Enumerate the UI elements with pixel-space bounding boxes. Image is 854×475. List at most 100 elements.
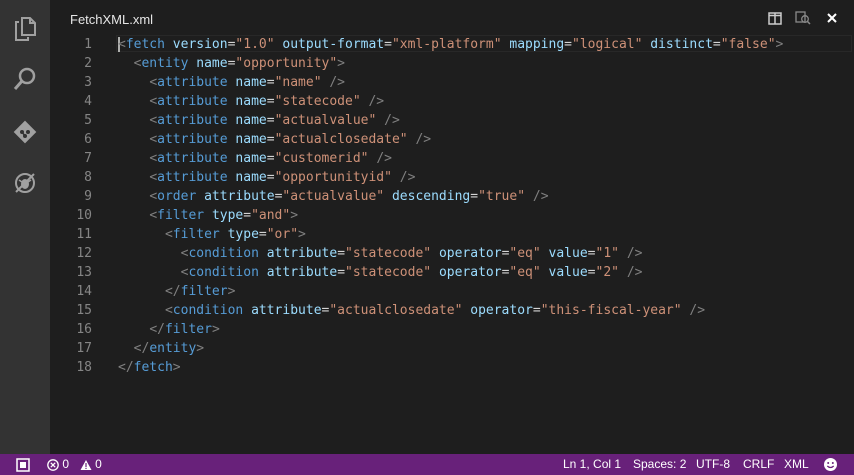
split-editor-icon[interactable] (767, 10, 783, 26)
xml-attribute-value: "true" (478, 189, 526, 204)
status-bar: 0 0 Ln 1, Col 1 Spaces: 2 UTF-8 CRLF XML (0, 454, 854, 475)
xml-attribute-value: "xml-platform" (391, 37, 502, 52)
line-number: 4 (84, 94, 92, 109)
smiley-icon[interactable] (823, 454, 838, 475)
xml-equals: = (266, 75, 275, 90)
xml-punctuation: > (196, 341, 205, 356)
warning-count: 0 (95, 457, 102, 471)
xml-punctuation: < (149, 75, 158, 90)
line-content: </filter> (118, 282, 235, 301)
xml-punctuation: </ (149, 322, 165, 337)
feedback-icon[interactable] (16, 454, 30, 475)
xml-attribute-value: "eq" (509, 246, 541, 261)
xml-punctuation: /> (368, 94, 385, 109)
encoding-status[interactable]: UTF-8 (696, 454, 730, 475)
xml-equals: = (470, 189, 479, 204)
files-icon[interactable] (9, 13, 41, 45)
xml-punctuation: /> (532, 189, 549, 204)
xml-punctuation: /> (376, 151, 392, 166)
close-icon[interactable] (824, 10, 840, 26)
xml-tag-name: attribute (157, 132, 228, 147)
xml-attribute-value: "1" (595, 246, 619, 261)
line-number: 12 (76, 246, 92, 261)
language-mode[interactable]: XML (784, 454, 809, 475)
git-icon[interactable] (9, 116, 41, 148)
xml-attribute-value: "logical" (572, 37, 643, 52)
xml-punctuation: /> (689, 303, 706, 318)
xml-punctuation: > (298, 227, 306, 242)
xml-equals: = (587, 265, 596, 280)
line-content: <attribute name="name" /> (118, 73, 345, 92)
error-icon (47, 457, 62, 471)
error-count: 0 (62, 457, 70, 471)
xml-attribute-value: "statecode" (345, 265, 432, 280)
indentation-status[interactable]: Spaces: 2 (633, 454, 686, 475)
xml-attribute-name: name (235, 75, 267, 90)
xml-punctuation: /> (329, 75, 346, 90)
line-content: <attribute name="actualvalue" /> (118, 111, 399, 130)
open-changes-icon[interactable] (795, 10, 811, 26)
xml-punctuation: < (149, 94, 158, 109)
xml-attribute-name: attribute (204, 189, 275, 204)
xml-attribute-name: name (235, 151, 267, 166)
xml-punctuation: < (149, 208, 158, 223)
activity-bar (0, 0, 50, 454)
xml-punctuation: </ (133, 341, 150, 356)
eol-status[interactable]: CRLF (743, 454, 774, 475)
xml-tag-name: attribute (157, 113, 228, 128)
cursor-position[interactable]: Ln 1, Col 1 (563, 454, 621, 475)
xml-equals: = (258, 227, 267, 242)
tab-title[interactable]: FetchXML.xml (70, 12, 153, 27)
xml-equals: = (587, 246, 596, 261)
line-number: 8 (84, 170, 92, 185)
xml-equals: = (712, 37, 721, 52)
line-number: 17 (76, 341, 92, 356)
xml-punctuation: > (290, 208, 299, 223)
problems-indicator[interactable]: 0 0 (47, 454, 102, 475)
xml-tag-name: filter (172, 227, 220, 242)
line-number: 18 (76, 360, 92, 375)
line-content: <attribute name="customerid" /> (118, 149, 392, 168)
line-number: 9 (84, 189, 92, 204)
xml-attribute-value: "opportunityid" (274, 170, 392, 185)
line-number: 16 (76, 322, 92, 337)
xml-attribute-name: operator (438, 246, 502, 261)
line-content: <entity name="opportunity"> (118, 54, 345, 73)
xml-tag-name: entity (141, 56, 189, 71)
xml-tag-name: entity (149, 341, 197, 356)
xml-tag-name: fetch (133, 360, 173, 375)
xml-punctuation: /> (626, 246, 643, 261)
xml-attribute-value: "eq" (509, 265, 541, 280)
xml-tag-name: condition (172, 303, 244, 318)
xml-attribute-value: "name" (274, 75, 322, 90)
xml-tag-name: order (157, 189, 197, 204)
line-content: <condition attribute="statecode" operato… (118, 244, 643, 263)
xml-equals: = (337, 265, 346, 280)
xml-attribute-name: distinct (650, 37, 713, 52)
xml-attribute-value: "customerid" (274, 151, 369, 166)
line-number: 13 (76, 265, 92, 280)
editor-title-bar: FetchXML.xml (50, 0, 854, 36)
xml-attribute-name: type (227, 227, 259, 242)
line-content: </filter> (118, 320, 219, 339)
xml-attribute-name: version (172, 37, 228, 52)
xml-attribute-name: name (235, 113, 267, 128)
xml-punctuation: < (149, 113, 158, 128)
xml-attribute-value: "false" (720, 37, 776, 52)
debug-icon[interactable] (9, 167, 41, 199)
xml-punctuation: </ (164, 284, 181, 299)
warning-icon (80, 457, 95, 471)
xml-attribute-name: descending (391, 189, 471, 204)
xml-attribute-name: attribute (266, 265, 338, 280)
xml-attribute-value: "statecode" (345, 246, 432, 261)
search-icon[interactable] (9, 63, 41, 95)
